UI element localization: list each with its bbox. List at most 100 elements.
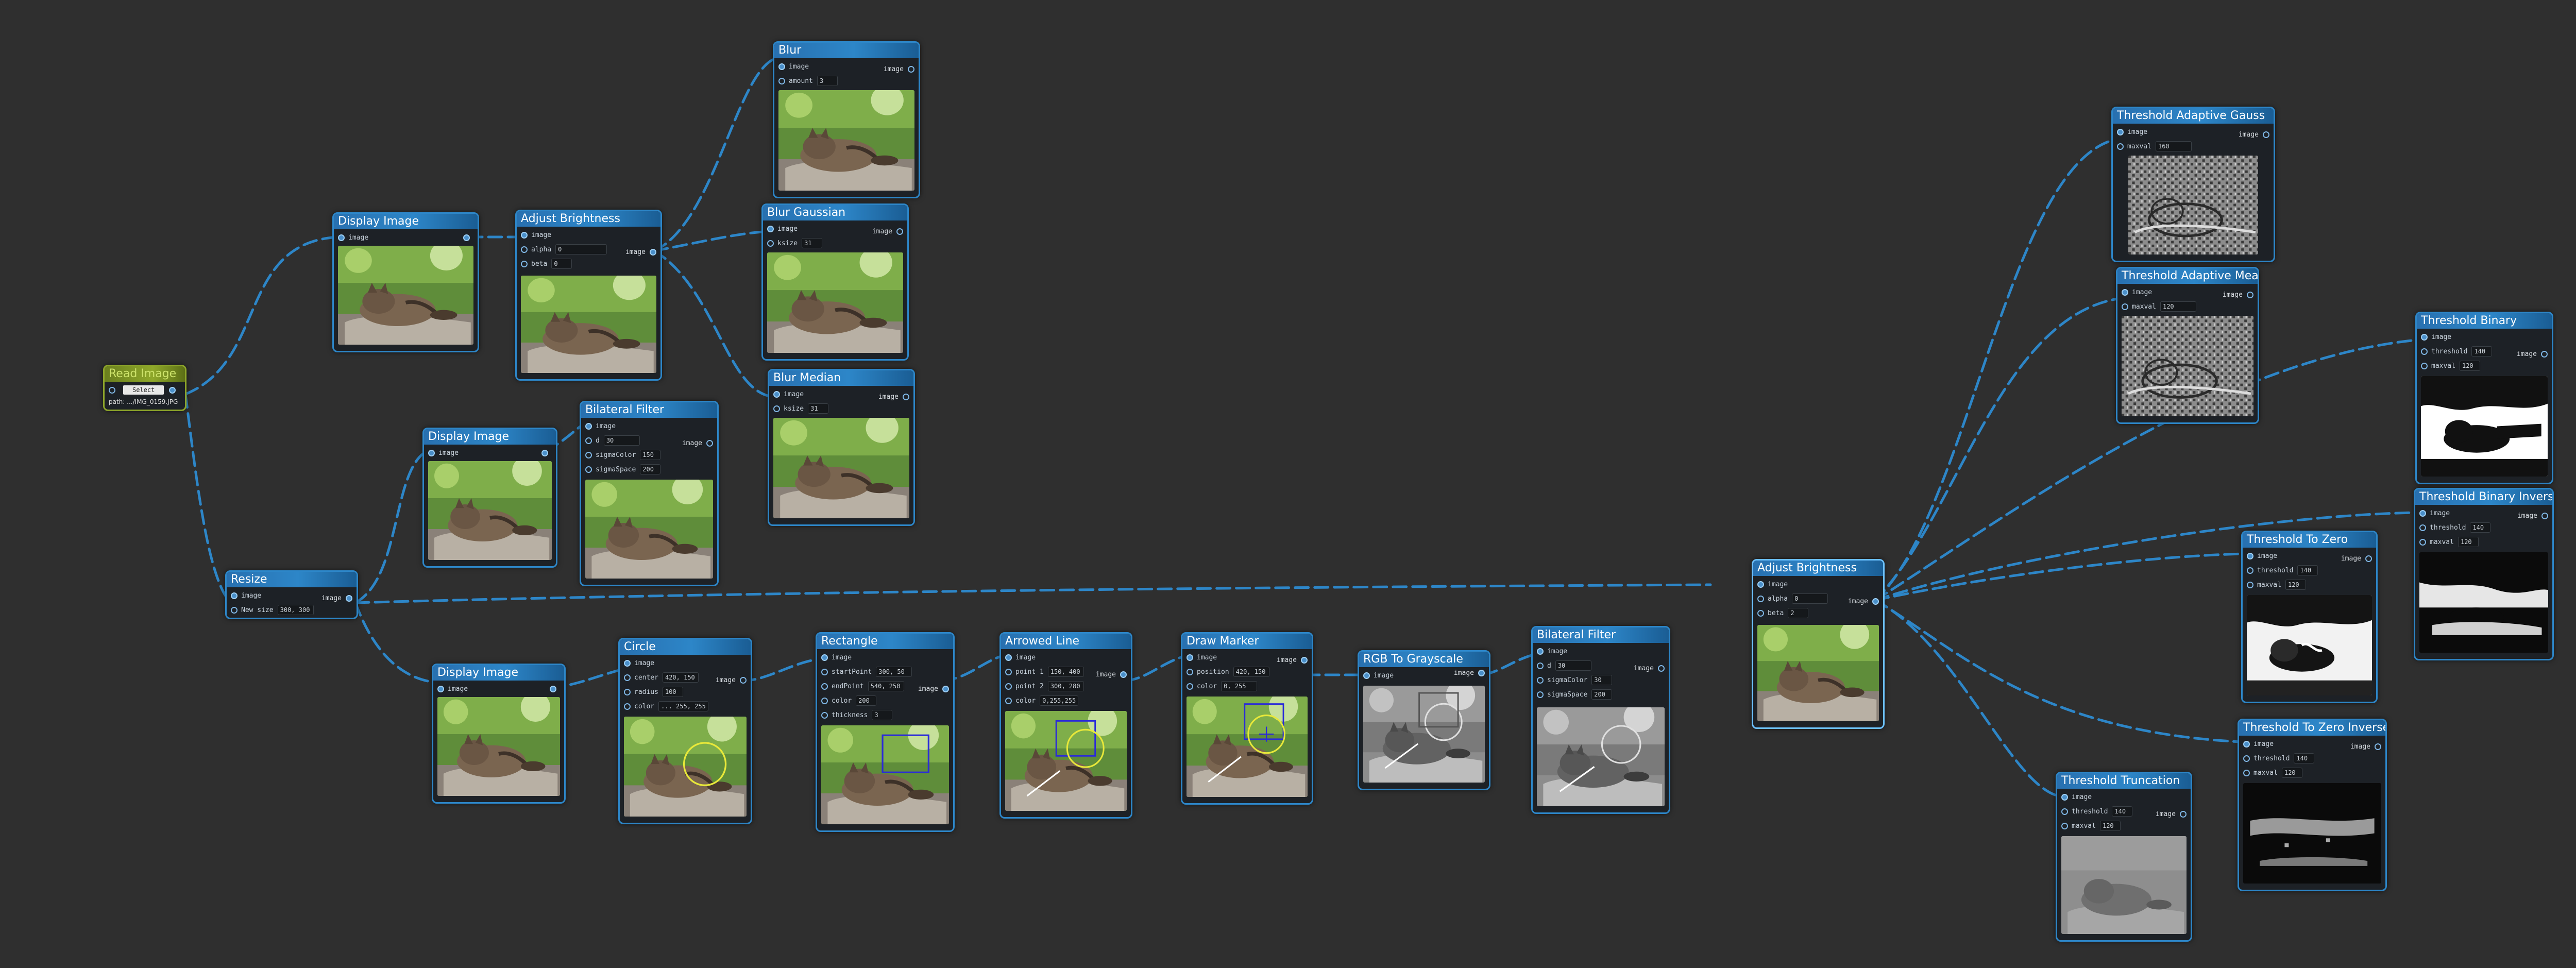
node-read-image[interactable]: Read Image Select path: .../IMG_0159.JPG: [103, 365, 187, 411]
input-socket[interactable]: [1187, 668, 1193, 675]
output-socket[interactable]: [706, 440, 713, 447]
node-display-image[interactable]: Display Image image: [422, 428, 557, 568]
node-threshold-binary-inverse[interactable]: Threshold Binary Inverse image threshold…: [2414, 488, 2554, 660]
input-socket[interactable]: [521, 231, 528, 239]
output-socket[interactable]: [2541, 513, 2548, 519]
input-socket[interactable]: [428, 449, 435, 456]
input-socket[interactable]: [624, 688, 631, 695]
input-socket[interactable]: [521, 260, 528, 267]
node-resize[interactable]: Resize image New size 300, 300 image: [225, 570, 358, 619]
input-socket[interactable]: [821, 697, 828, 704]
threshold-field[interactable]: 140: [2294, 753, 2315, 763]
color-field[interactable]: ... 255, 255: [658, 701, 708, 711]
beta-field[interactable]: 0: [551, 259, 572, 269]
node-rgb-to-grayscale[interactable]: RGB To Grayscale image image: [1358, 650, 1490, 790]
output-socket[interactable]: [1658, 665, 1665, 672]
node-blur[interactable]: Blur image amount 3 image: [773, 41, 920, 198]
sigmaspace-field[interactable]: 200: [640, 464, 661, 474]
input-socket[interactable]: [231, 606, 238, 614]
threshold-field[interactable]: 140: [2470, 522, 2491, 533]
input-socket[interactable]: [2247, 567, 2253, 574]
input-socket[interactable]: [821, 711, 828, 719]
node-circle[interactable]: Circle image center 420, 150 radius 100 …: [618, 638, 752, 824]
startpoint-field[interactable]: 300, 50: [876, 667, 912, 677]
output-socket[interactable]: [908, 66, 914, 73]
node-threshold-truncation[interactable]: Threshold Truncation image threshold 140…: [2056, 772, 2192, 942]
center-field[interactable]: 420, 150: [662, 672, 699, 683]
threshold-field[interactable]: 140: [2112, 806, 2133, 817]
output-socket[interactable]: [2375, 743, 2381, 750]
input-socket[interactable]: [2421, 362, 2428, 369]
input-socket[interactable]: [2117, 128, 2124, 135]
node-threshold-binary[interactable]: Threshold Binary image threshold 140 max…: [2415, 312, 2553, 484]
input-socket[interactable]: [521, 246, 528, 253]
input-socket[interactable]: [1187, 654, 1193, 661]
output-socket[interactable]: [463, 234, 470, 241]
input-socket[interactable]: [2061, 808, 2068, 815]
node-blur-gaussian[interactable]: Blur Gaussian image ksize 31 image: [761, 203, 909, 361]
node-bilateral-filter[interactable]: Bilateral Filter image d 30 sigmaColor 1…: [580, 401, 719, 586]
alpha-field[interactable]: 0: [555, 244, 607, 254]
output-socket[interactable]: [2541, 351, 2548, 358]
input-socket[interactable]: [767, 240, 774, 247]
input-socket[interactable]: [1757, 595, 1764, 602]
input-socket[interactable]: [2247, 581, 2253, 588]
input-socket[interactable]: [1537, 676, 1544, 684]
input-socket[interactable]: [1005, 668, 1012, 675]
maxval-field[interactable]: 120: [2458, 537, 2479, 547]
node-adjust-brightness[interactable]: Adjust Brightness image alpha 0 beta 0 i…: [515, 210, 662, 381]
input-socket[interactable]: [773, 390, 780, 398]
ksize-field[interactable]: 31: [802, 238, 823, 248]
node-blur-median[interactable]: Blur Median image ksize 31 image: [768, 369, 915, 526]
input-socket[interactable]: [773, 405, 780, 412]
thickness-field[interactable]: 3: [872, 710, 893, 720]
maxval-field[interactable]: 120: [2285, 580, 2306, 590]
input-socket[interactable]: [1537, 648, 1544, 655]
node-rectangle[interactable]: Rectangle image startPoint 300, 50 endPo…: [816, 632, 955, 832]
input-socket[interactable]: [2243, 755, 2250, 762]
input-socket[interactable]: [109, 386, 115, 394]
input-socket[interactable]: [2419, 538, 2426, 546]
input-socket[interactable]: [2243, 740, 2250, 748]
output-socket[interactable]: [650, 249, 656, 256]
input-socket[interactable]: [624, 659, 631, 667]
ksize-field[interactable]: 31: [808, 403, 829, 414]
input-socket[interactable]: [2421, 348, 2428, 355]
input-socket[interactable]: [1757, 609, 1764, 617]
d-field[interactable]: 30: [1555, 660, 1591, 671]
output-socket[interactable]: [2180, 811, 2187, 818]
input-socket[interactable]: [437, 685, 444, 692]
sigmaspace-field[interactable]: 200: [1591, 689, 1613, 700]
input-socket[interactable]: [585, 466, 592, 473]
output-socket[interactable]: [169, 386, 176, 394]
beta-field[interactable]: 2: [1788, 608, 1809, 618]
node-draw-marker[interactable]: Draw Marker image position 420, 150 colo…: [1181, 632, 1313, 805]
output-socket[interactable]: [541, 449, 548, 456]
output-socket[interactable]: [1120, 671, 1127, 678]
select-file-button[interactable]: Select: [123, 385, 164, 395]
node-adjust-brightness[interactable]: Adjust Brightness image alpha 0 beta 2 i…: [1752, 559, 1885, 729]
input-socket[interactable]: [338, 234, 345, 241]
amount-field[interactable]: 3: [817, 76, 838, 86]
threshold-field[interactable]: 140: [2297, 565, 2318, 575]
output-socket[interactable]: [942, 686, 949, 692]
new-size-field[interactable]: 300, 300: [277, 605, 314, 615]
point2-field[interactable]: 300, 280: [1047, 681, 1084, 691]
node-display-image[interactable]: Display Image image: [332, 212, 479, 352]
output-socket[interactable]: [1478, 670, 1485, 676]
input-socket[interactable]: [821, 683, 828, 690]
d-field[interactable]: 30: [603, 435, 640, 446]
point1-field[interactable]: 150, 400: [1047, 667, 1084, 677]
node-threshold-adaptive-mean[interactable]: Threshold Adaptive Mean image maxval 120…: [2116, 267, 2259, 424]
input-socket[interactable]: [585, 422, 592, 430]
input-socket[interactable]: [2419, 510, 2426, 517]
input-socket[interactable]: [1537, 662, 1544, 669]
node-display-image[interactable]: Display Image image: [432, 664, 566, 804]
input-socket[interactable]: [2061, 822, 2068, 829]
color-field[interactable]: 0, 255: [1221, 681, 1258, 691]
input-socket[interactable]: [2243, 769, 2250, 776]
input-socket[interactable]: [2419, 524, 2426, 531]
color-field[interactable]: 0,255,255: [1040, 695, 1079, 706]
endpoint-field[interactable]: 540, 250: [868, 681, 904, 691]
sigmacolor-field[interactable]: 30: [1591, 675, 1613, 685]
